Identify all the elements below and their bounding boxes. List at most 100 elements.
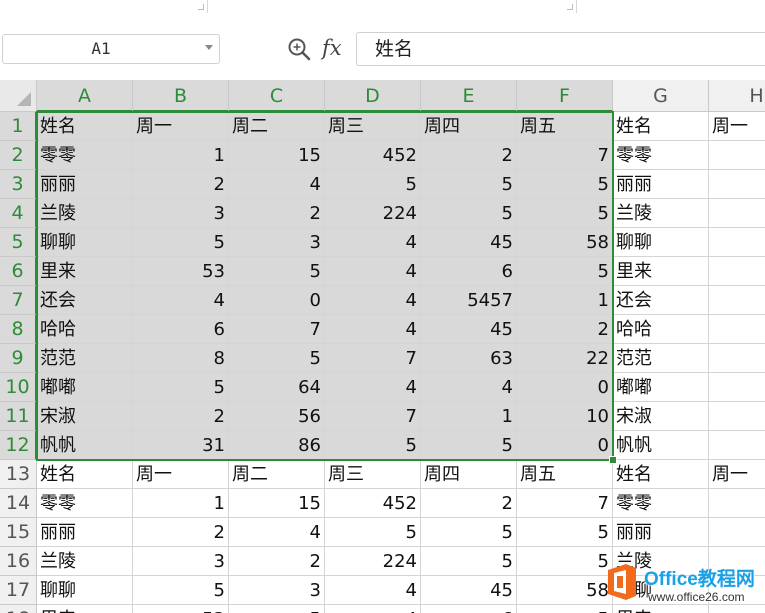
cell-a17[interactable]: 聊聊 [37,576,133,605]
cell-c2[interactable]: 15 [229,141,325,170]
chevron-down-icon[interactable] [205,45,213,50]
cell-g10[interactable]: 嘟嘟 [613,373,709,402]
cell-g15[interactable]: 丽丽 [613,518,709,547]
cell-e6[interactable]: 6 [421,257,517,286]
fx-icon[interactable]: fx [322,34,342,62]
cell-f4[interactable]: 5 [517,199,613,228]
cell-d14[interactable]: 452 [325,489,421,518]
cell-d5[interactable]: 4 [325,228,421,257]
cell-f5[interactable]: 58 [517,228,613,257]
cell-b9[interactable]: 8 [133,344,229,373]
cell-d9[interactable]: 7 [325,344,421,373]
cell-g13[interactable]: 姓名 [613,460,709,489]
cell-c6[interactable]: 5 [229,257,325,286]
cell-b16[interactable]: 3 [133,547,229,576]
cell-e11[interactable]: 1 [421,402,517,431]
cell-a12[interactable]: 帆帆 [37,431,133,460]
cell-c7[interactable]: 0 [229,286,325,315]
cell-e17[interactable]: 45 [421,576,517,605]
cell-c4[interactable]: 2 [229,199,325,228]
cell-f18[interactable]: 5 [517,605,613,613]
row-header-12[interactable]: 12 [0,431,37,460]
cell-d8[interactable]: 4 [325,315,421,344]
cell-a14[interactable]: 零零 [37,489,133,518]
cell-c18[interactable]: 5 [229,605,325,613]
cell-e1[interactable]: 周四 [421,112,517,141]
cell-c16[interactable]: 2 [229,547,325,576]
cell-d11[interactable]: 7 [325,402,421,431]
cell-f3[interactable]: 5 [517,170,613,199]
row-header-6[interactable]: 6 [0,257,37,286]
cell-f12[interactable]: 0 [517,431,613,460]
cell-h7[interactable] [709,286,765,315]
row-header-11[interactable]: 11 [0,402,37,431]
select-all-button[interactable] [0,80,37,112]
cell-e13[interactable]: 周四 [421,460,517,489]
cell-g14[interactable]: 零零 [613,489,709,518]
cell-d17[interactable]: 4 [325,576,421,605]
cell-e10[interactable]: 4 [421,373,517,402]
cell-d2[interactable]: 452 [325,141,421,170]
cell-e3[interactable]: 5 [421,170,517,199]
cell-a8[interactable]: 哈哈 [37,315,133,344]
cell-c17[interactable]: 3 [229,576,325,605]
cell-g9[interactable]: 范范 [613,344,709,373]
cell-f17[interactable]: 58 [517,576,613,605]
cell-g11[interactable]: 宋淑 [613,402,709,431]
column-header-g[interactable]: G [613,80,709,112]
cell-e18[interactable]: 6 [421,605,517,613]
cell-e16[interactable]: 5 [421,547,517,576]
cell-b5[interactable]: 5 [133,228,229,257]
cell-c14[interactable]: 15 [229,489,325,518]
cell-h2[interactable] [709,141,765,170]
cell-d3[interactable]: 5 [325,170,421,199]
cell-h5[interactable] [709,228,765,257]
row-header-7[interactable]: 7 [0,286,37,315]
cell-e9[interactable]: 63 [421,344,517,373]
cell-b3[interactable]: 2 [133,170,229,199]
cell-a4[interactable]: 兰陵 [37,199,133,228]
cell-f14[interactable]: 7 [517,489,613,518]
cell-h12[interactable] [709,431,765,460]
cell-g12[interactable]: 帆帆 [613,431,709,460]
cell-b13[interactable]: 周一 [133,460,229,489]
column-header-d[interactable]: D [325,80,421,112]
cell-d4[interactable]: 224 [325,199,421,228]
cell-b2[interactable]: 1 [133,141,229,170]
cell-a5[interactable]: 聊聊 [37,228,133,257]
cell-h13[interactable]: 周一 [709,460,765,489]
cell-c12[interactable]: 86 [229,431,325,460]
cell-c5[interactable]: 3 [229,228,325,257]
row-header-17[interactable]: 17 [0,576,37,605]
cell-e2[interactable]: 2 [421,141,517,170]
cell-b14[interactable]: 1 [133,489,229,518]
column-header-a[interactable]: A [37,80,133,112]
cell-d1[interactable]: 周三 [325,112,421,141]
cell-a10[interactable]: 嘟嘟 [37,373,133,402]
cell-f11[interactable]: 10 [517,402,613,431]
spreadsheet-grid[interactable]: A B C D E F G H 1 姓名 周一 周二 周三 周四 周五 姓名 周一 2 零零 1 15 452 2 7 零零 3 丽… [0,80,765,613]
cell-f16[interactable]: 5 [517,547,613,576]
cell-d18[interactable]: 4 [325,605,421,613]
row-header-5[interactable]: 5 [0,228,37,257]
cell-e14[interactable]: 2 [421,489,517,518]
cell-h11[interactable] [709,402,765,431]
cell-b12[interactable]: 31 [133,431,229,460]
cell-b6[interactable]: 53 [133,257,229,286]
row-header-8[interactable]: 8 [0,315,37,344]
cell-b4[interactable]: 3 [133,199,229,228]
formula-input[interactable]: 姓名 [356,32,765,66]
cell-f2[interactable]: 7 [517,141,613,170]
cell-c9[interactable]: 5 [229,344,325,373]
group-expand-icon[interactable] [198,4,204,10]
row-header-2[interactable]: 2 [0,141,37,170]
cell-d16[interactable]: 224 [325,547,421,576]
row-header-9[interactable]: 9 [0,344,37,373]
cell-f8[interactable]: 2 [517,315,613,344]
cell-b1[interactable]: 周一 [133,112,229,141]
cell-d13[interactable]: 周三 [325,460,421,489]
cell-a3[interactable]: 丽丽 [37,170,133,199]
cell-d12[interactable]: 5 [325,431,421,460]
cell-a7[interactable]: 还会 [37,286,133,315]
cell-h14[interactable] [709,489,765,518]
